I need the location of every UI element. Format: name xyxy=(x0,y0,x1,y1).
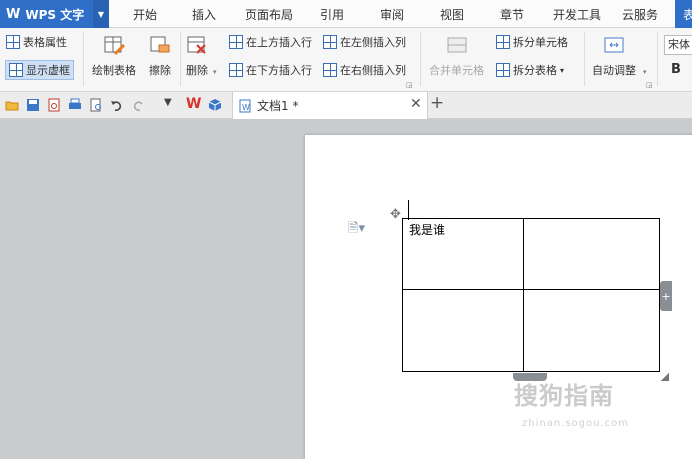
document-table[interactable] xyxy=(402,218,660,372)
svg-text:W: W xyxy=(242,103,250,112)
tab-developer[interactable]: 开发工具 xyxy=(553,0,601,28)
insert-row-below-icon xyxy=(229,63,243,77)
table-move-handle-icon[interactable]: ✥ xyxy=(390,207,401,222)
draw-table-button[interactable]: 绘制表格 xyxy=(92,34,136,78)
show-gridlines-button[interactable]: 显示虚框 xyxy=(5,60,74,80)
watermark-logo: 搜狗指南 xyxy=(514,382,614,410)
insert-row-below-button[interactable]: 在下方插入行 xyxy=(229,62,312,78)
insert-column-right-button[interactable]: 在右侧插入列 xyxy=(323,62,406,78)
rows-columns-dialog-launcher-icon[interactable]: ◲ xyxy=(406,81,413,89)
app-menu-dropdown-icon[interactable]: ▼ xyxy=(93,0,109,28)
ribbon-divider xyxy=(657,32,658,86)
table-properties-icon xyxy=(6,35,20,49)
watermark-url: zhinan.sogou.com xyxy=(522,418,630,429)
ribbon-divider xyxy=(420,32,421,86)
bold-button[interactable]: B xyxy=(671,62,681,77)
insert-column-left-button[interactable]: 在左侧插入列 xyxy=(323,34,406,50)
tab-references[interactable]: 引用 xyxy=(320,0,344,28)
wps-logo-icon: W xyxy=(6,6,21,22)
split-cells-button[interactable]: 拆分单元格 xyxy=(496,34,568,50)
print-preview-icon[interactable] xyxy=(89,98,103,112)
undo-icon[interactable] xyxy=(110,98,124,112)
insert-column-right-icon xyxy=(323,63,337,77)
document-icon: W xyxy=(239,99,251,112)
split-cells-icon xyxy=(496,35,510,49)
title-tab-bar: W WPS 文字 ▼ 开始 插入 页面布局 引用 审阅 视图 章节 开发工具 云… xyxy=(0,0,692,28)
ribbon-toolbar: 表格属性 显示虚框 绘制表格 擦除 删除 ▾ 在上方插入行 在下方插入行 在左侧… xyxy=(0,28,692,92)
add-column-handle-icon[interactable]: + xyxy=(660,281,672,311)
delete-dropdown-icon[interactable]: ▾ xyxy=(213,68,219,76)
split-table-button[interactable]: 拆分表格 ▾ xyxy=(496,62,564,78)
table-cell-text[interactable]: 我是谁 xyxy=(409,221,445,238)
auto-fit-button[interactable]: 自动调整 xyxy=(592,34,636,78)
table-properties-button[interactable]: 表格属性 xyxy=(6,34,67,50)
export-pdf-icon[interactable] xyxy=(47,98,61,112)
tab-review[interactable]: 审阅 xyxy=(380,0,404,28)
save-icon[interactable] xyxy=(26,98,40,112)
merge-cells-button[interactable]: 合并单元格 xyxy=(429,34,484,78)
customize-quick-access-icon[interactable]: ▼ xyxy=(164,97,178,111)
insert-row-above-icon xyxy=(229,35,243,49)
document-tab-title: 文档1 * xyxy=(257,99,299,113)
delete-table-icon xyxy=(186,34,208,56)
tab-view[interactable]: 视图 xyxy=(440,0,464,28)
app-name: WPS 文字 xyxy=(25,7,85,22)
tab-sections[interactable]: 章节 xyxy=(500,0,524,28)
merge-cells-icon xyxy=(446,34,468,56)
paragraph-layout-icon[interactable]: 🗎▾ xyxy=(348,219,365,241)
ribbon-divider xyxy=(584,32,585,86)
print-icon[interactable] xyxy=(68,98,82,112)
tab-home[interactable]: 开始 xyxy=(133,0,157,28)
split-table-dropdown-icon: ▾ xyxy=(560,65,565,75)
cube-app-icon[interactable] xyxy=(208,98,222,112)
tab-cloud[interactable]: 云服务 xyxy=(622,0,658,28)
tab-insert[interactable]: 插入 xyxy=(192,0,216,28)
table-resize-handle-icon[interactable] xyxy=(661,373,669,381)
ribbon-divider xyxy=(180,32,181,86)
gridlines-icon xyxy=(9,63,23,77)
new-tab-icon[interactable]: + xyxy=(430,93,444,113)
auto-fit-icon xyxy=(603,34,625,56)
table-row-divider xyxy=(403,289,659,290)
close-tab-icon[interactable]: ✕ xyxy=(410,96,422,112)
eraser-icon xyxy=(149,34,171,56)
insert-column-left-icon xyxy=(323,35,337,49)
font-name-select[interactable]: 宋体 xyxy=(664,35,692,55)
text-cursor xyxy=(408,200,409,220)
draw-table-icon xyxy=(103,34,126,56)
auto-fit-dialog-launcher-icon[interactable]: ◲ xyxy=(646,81,653,89)
tab-table-tools[interactable]: 表 xyxy=(675,0,692,28)
wps-w-icon[interactable]: W xyxy=(186,96,201,112)
split-table-icon xyxy=(496,63,510,77)
tab-page-layout[interactable]: 页面布局 xyxy=(245,0,293,28)
insert-row-above-button[interactable]: 在上方插入行 xyxy=(229,34,312,50)
open-folder-icon[interactable] xyxy=(5,98,19,112)
delete-button[interactable]: 删除 xyxy=(186,34,208,78)
auto-fit-dropdown-icon[interactable]: ▾ xyxy=(643,68,649,76)
ribbon-divider xyxy=(83,32,84,86)
redo-icon[interactable] xyxy=(131,98,145,112)
document-tab[interactable]: W 文档1 * xyxy=(232,92,428,119)
table-column-divider xyxy=(523,219,524,371)
eraser-button[interactable]: 擦除 xyxy=(149,34,171,78)
app-menu-button[interactable]: W WPS 文字 xyxy=(0,0,93,28)
